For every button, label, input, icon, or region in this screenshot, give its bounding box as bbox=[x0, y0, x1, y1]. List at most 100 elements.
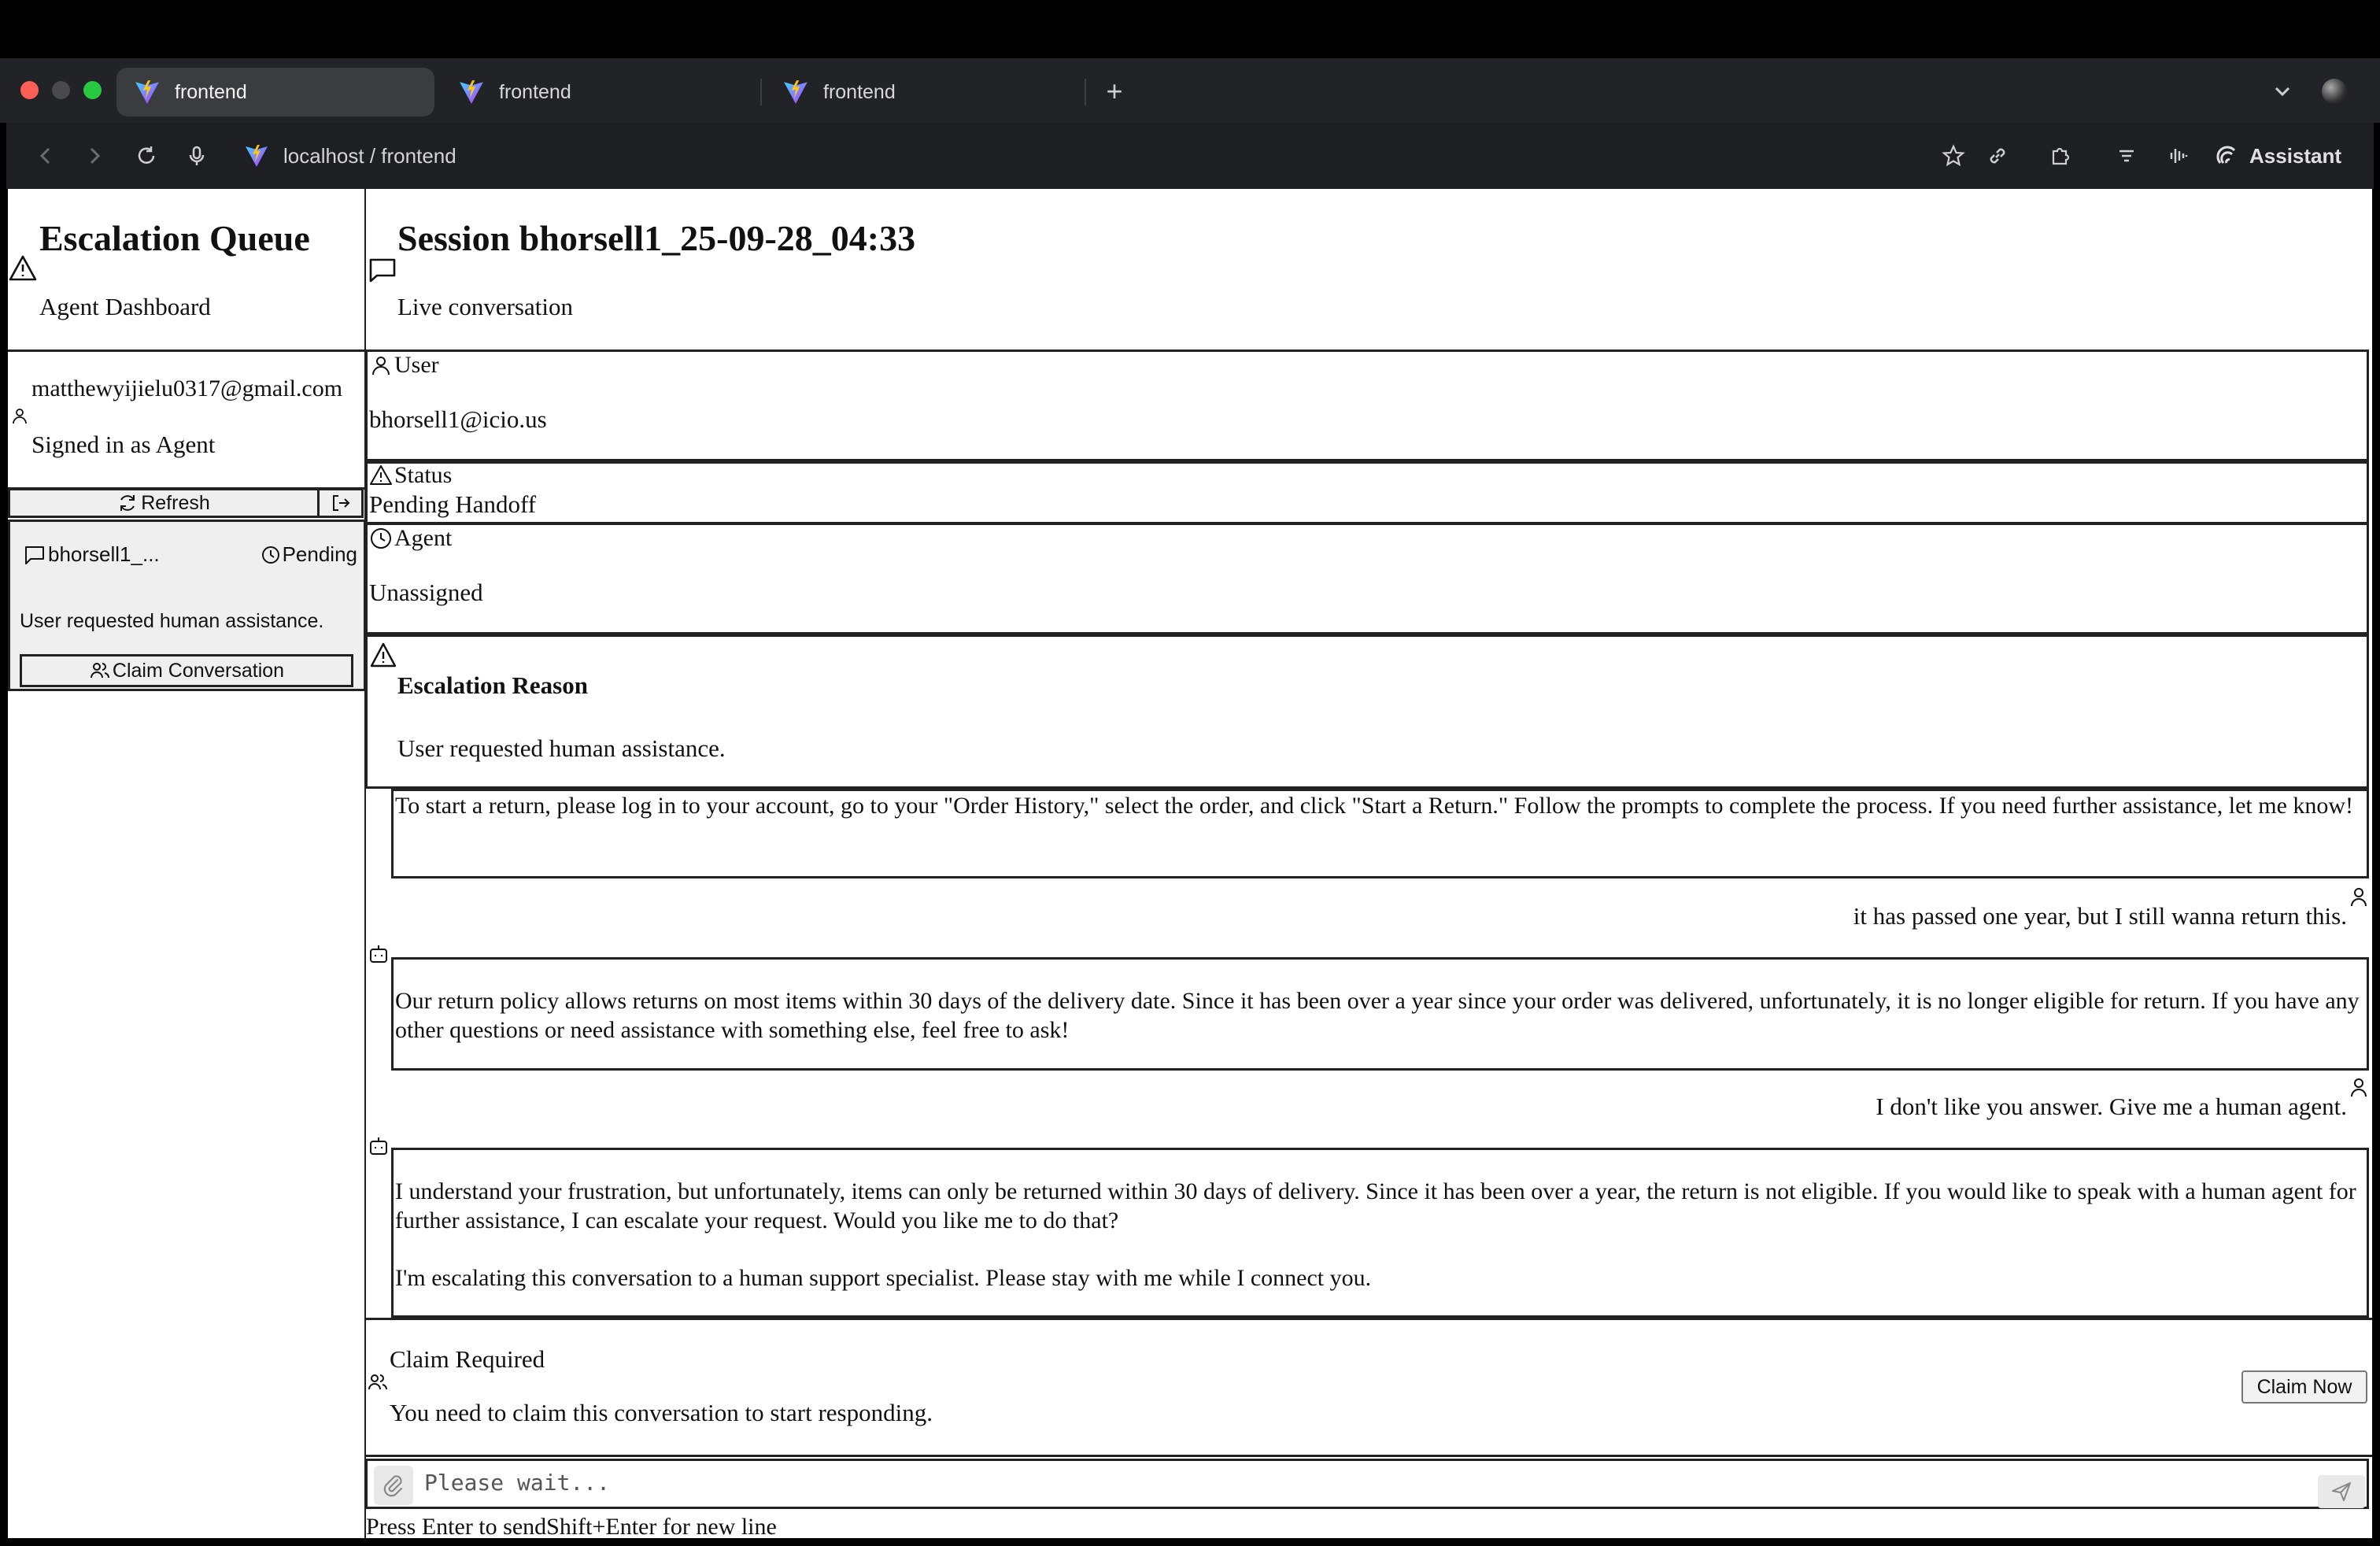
conversation-name: bhorsell1_... bbox=[23, 542, 160, 567]
user-icon bbox=[2351, 1078, 2367, 1097]
send-button[interactable] bbox=[2318, 1475, 2365, 1508]
close-window-button[interactable] bbox=[20, 81, 39, 99]
tab-label: frontend bbox=[823, 80, 896, 103]
paperclip-icon bbox=[383, 1475, 403, 1497]
user-value: bhorsell1@icio.us bbox=[369, 405, 547, 433]
user-message: I don't like you answer. Give me a human… bbox=[1876, 1093, 2347, 1120]
logout-button[interactable] bbox=[320, 488, 364, 518]
attach-button[interactable] bbox=[374, 1466, 413, 1505]
conversation-reason: User requested human assistance. bbox=[20, 610, 324, 632]
refresh-button[interactable]: Refresh bbox=[8, 488, 320, 518]
message-composer: Press Enter to sendShift+Enter for new l… bbox=[366, 1455, 2372, 1538]
claim-conversation-button[interactable]: Claim Conversation bbox=[20, 654, 353, 687]
sidebar-header: Escalation Queue Agent Dashboard bbox=[8, 189, 364, 350]
bookmark-button[interactable] bbox=[1938, 140, 1969, 172]
message-list: To start a return, please log in to your… bbox=[366, 789, 2372, 1318]
waveform-icon bbox=[2170, 149, 2188, 163]
agent-info-label: Agent bbox=[369, 525, 452, 552]
agent-label-text: Agent bbox=[394, 525, 453, 551]
arrow-left-icon bbox=[39, 147, 50, 165]
session-title: Session bhorsell1_25-09-28_04:33 bbox=[397, 218, 916, 258]
menu-lines-icon bbox=[2119, 150, 2134, 162]
assistant-label: Assistant bbox=[2249, 143, 2342, 168]
chat-bubble-icon bbox=[369, 258, 396, 283]
browser-tab-3[interactable]: frontend bbox=[765, 68, 1080, 117]
user-email: matthewyijielu0317@gmail.com bbox=[31, 375, 343, 401]
refresh-icon bbox=[120, 495, 135, 511]
clock-icon bbox=[371, 528, 391, 549]
maximize-window-button[interactable] bbox=[83, 81, 102, 99]
conversation-card[interactable]: bhorsell1_... Pending User requested hum… bbox=[8, 520, 366, 691]
tab-label: frontend bbox=[175, 80, 247, 103]
sidebar-actions: Refresh bbox=[8, 488, 366, 520]
page-viewport: Escalation Queue Agent Dashboard matthew… bbox=[8, 189, 2372, 1538]
reader-mode-button[interactable] bbox=[2111, 140, 2142, 172]
conversation-id: bhorsell1_... bbox=[48, 542, 160, 566]
new-tab-button[interactable]: + bbox=[1100, 76, 1129, 107]
claim-required-banner: Claim Required You need to claim this co… bbox=[366, 1318, 2372, 1455]
claim-title: Claim Required bbox=[390, 1345, 545, 1373]
screen-top-bar bbox=[0, 0, 2380, 58]
user-icon bbox=[2351, 888, 2367, 907]
bot-message: Our return policy allows returns on most… bbox=[391, 957, 2369, 1071]
status-info-box: Status Pending Handoff bbox=[366, 461, 2369, 524]
arrow-right-icon bbox=[90, 147, 101, 165]
vite-logo-icon bbox=[246, 145, 268, 167]
voice-search-button[interactable] bbox=[181, 140, 213, 172]
url-text: localhost / frontend bbox=[283, 143, 456, 168]
assistant-button[interactable]: Assistant bbox=[2215, 140, 2341, 172]
composer-input-row bbox=[366, 1459, 2369, 1509]
vite-logo-icon bbox=[135, 80, 159, 104]
status-label-text: Status bbox=[394, 462, 453, 488]
session-panel: Session bhorsell1_25-09-28_04:33 Live co… bbox=[366, 189, 2372, 1538]
minimize-window-button[interactable] bbox=[52, 81, 70, 99]
status-info-label: Status bbox=[369, 462, 452, 489]
address-bar[interactable]: localhost / frontend bbox=[244, 140, 456, 172]
escalation-text: User requested human assistance. bbox=[397, 734, 726, 762]
reload-icon bbox=[138, 146, 155, 164]
claim-conversation-label: Claim Conversation bbox=[112, 659, 285, 682]
user-icon bbox=[372, 357, 390, 375]
user-info-label: User bbox=[369, 352, 439, 379]
session-subtitle: Live conversation bbox=[397, 293, 573, 320]
profile-avatar[interactable] bbox=[2322, 79, 2347, 104]
audio-button[interactable] bbox=[2163, 140, 2194, 172]
message-input[interactable] bbox=[424, 1464, 2297, 1500]
composer-hint: Press Enter to sendShift+Enter for new l… bbox=[366, 1514, 777, 1538]
claim-now-button[interactable]: Claim Now bbox=[2241, 1370, 2367, 1404]
session-header: Session bhorsell1_25-09-28_04:33 Live co… bbox=[366, 189, 2372, 350]
tab-label: frontend bbox=[499, 80, 571, 103]
clock-icon bbox=[261, 546, 279, 564]
logout-icon bbox=[332, 495, 349, 511]
agent-info-box: Agent Unassigned bbox=[366, 523, 2369, 634]
message-text: Our return policy allows returns on most… bbox=[395, 988, 2360, 1043]
agent-value: Unassigned bbox=[369, 579, 483, 606]
sidebar: Escalation Queue Agent Dashboard matthew… bbox=[8, 189, 366, 1538]
message-text: I understand your frustration, but unfor… bbox=[395, 1178, 2356, 1233]
status-badge: Pending bbox=[261, 542, 357, 567]
reload-button[interactable] bbox=[131, 140, 162, 172]
forward-button[interactable] bbox=[79, 140, 110, 172]
message-text: I'm escalating this conversation to a hu… bbox=[395, 1265, 1372, 1291]
browser-tab-2[interactable]: frontend bbox=[441, 68, 756, 117]
warning-triangle-icon bbox=[9, 255, 37, 281]
puzzle-icon bbox=[2052, 147, 2070, 165]
star-icon bbox=[1942, 144, 1965, 167]
vite-logo-icon bbox=[784, 80, 808, 104]
copy-link-button[interactable] bbox=[1982, 140, 2013, 172]
chevron-down-icon[interactable] bbox=[2267, 79, 2298, 104]
back-button[interactable] bbox=[30, 140, 61, 172]
escalation-reason-box: Escalation Reason User requested human a… bbox=[366, 634, 2369, 789]
link-icon bbox=[1990, 148, 2005, 164]
users-icon bbox=[90, 663, 109, 679]
assistant-icon bbox=[2216, 146, 2236, 165]
escalation-title: Escalation Reason bbox=[397, 671, 588, 699]
bot-message: I understand your frustration, but unfor… bbox=[391, 1148, 2369, 1318]
browser-tab-1[interactable]: frontend bbox=[116, 68, 434, 117]
extensions-button[interactable] bbox=[2045, 140, 2076, 172]
user-info-box: User bhorsell1@icio.us bbox=[366, 350, 2369, 461]
user-message: it has passed one year, but I still wann… bbox=[1853, 902, 2347, 930]
claim-text: You need to claim this conversation to s… bbox=[390, 1399, 933, 1426]
user-label-text: User bbox=[394, 352, 439, 378]
user-icon bbox=[13, 409, 27, 424]
